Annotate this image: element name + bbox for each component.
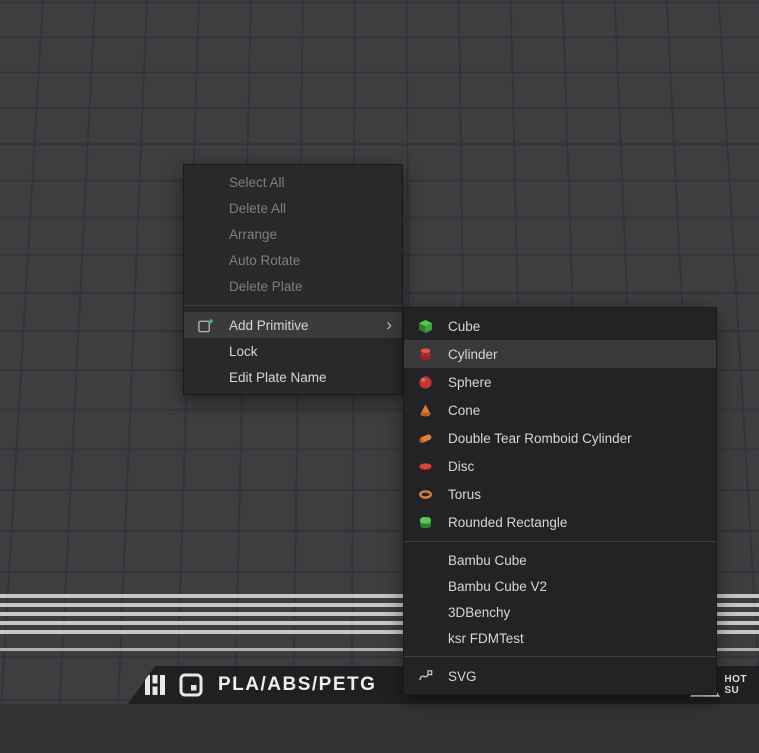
submenu-item-label: Cube <box>448 319 480 334</box>
area-below-plate <box>0 704 759 753</box>
menu-item-add-primitive[interactable]: Add Primitive › <box>184 312 402 338</box>
menu-item-delete-all: Delete All <box>184 195 402 221</box>
menu-item-label: Auto Rotate <box>229 253 300 268</box>
submenu-item-label: Cylinder <box>448 347 498 362</box>
submenu-item-label: Sphere <box>448 375 492 390</box>
warning-text: HOT SU <box>724 674 747 696</box>
menu-item-label: Add Primitive <box>229 318 309 333</box>
submenu-item-ksr-fdmtest[interactable]: ksr FDMTest <box>404 625 716 651</box>
disc-icon <box>418 459 448 474</box>
menu-item-label: Delete Plate <box>229 279 303 294</box>
submenu-item-double-tear-romboid-cylinder[interactable]: Double Tear Romboid Cylinder <box>404 424 716 452</box>
menu-item-lock[interactable]: Lock <box>184 338 402 364</box>
cone-icon <box>418 403 448 418</box>
menu-item-edit-plate-name[interactable]: Edit Plate Name <box>184 364 402 390</box>
submenu-item-label: SVG <box>448 669 477 684</box>
submenu-item-cylinder[interactable]: Cylinder <box>404 340 716 368</box>
menu-item-label: Lock <box>229 344 258 359</box>
rounded-rectangle-icon <box>418 515 448 530</box>
submenu-item-label: Disc <box>448 459 474 474</box>
menu-item-label: Arrange <box>229 227 277 242</box>
plate-brand-icon <box>178 673 204 697</box>
submenu-item-svg[interactable]: SVG <box>404 662 716 690</box>
submenu-item-label: Bambu Cube V2 <box>448 579 547 594</box>
plate-material-label: PLA/ABS/PETG <box>218 674 376 696</box>
menu-item-label: Delete All <box>229 201 286 216</box>
add-primitive-icon <box>197 317 229 334</box>
submenu-item-sphere[interactable]: Sphere <box>404 368 716 396</box>
submenu-item-bambu-cube[interactable]: Bambu Cube <box>404 547 716 573</box>
submenu-item-torus[interactable]: Torus <box>404 480 716 508</box>
double-tear-romboid-cylinder-icon <box>418 431 448 446</box>
submenu-arrow-icon: › <box>386 316 392 333</box>
svg-icon <box>418 668 448 684</box>
warning-line-2: SU <box>724 685 747 696</box>
submenu-item-cone[interactable]: Cone <box>404 396 716 424</box>
warning-line-1: HOT <box>724 674 747 685</box>
submenu-item-label: Double Tear Romboid Cylinder <box>448 431 632 446</box>
submenu-item-label: 3DBenchy <box>448 605 510 620</box>
menu-item-select-all: Select All <box>184 169 402 195</box>
menu-separator <box>184 305 402 306</box>
menu-item-label: Select All <box>229 175 285 190</box>
menu-item-arrange: Arrange <box>184 221 402 247</box>
submenu-item-label: ksr FDMTest <box>448 631 524 646</box>
submenu-item-rounded-rectangle[interactable]: Rounded Rectangle <box>404 508 716 536</box>
cylinder-icon <box>418 347 448 362</box>
sphere-icon <box>418 375 448 390</box>
submenu-item-bambu-cube-v2[interactable]: Bambu Cube V2 <box>404 573 716 599</box>
cube-icon <box>418 319 448 334</box>
viewport-3d[interactable]: PLA/ABS/PETG HOT SU Select All Delete Al… <box>0 0 759 753</box>
submenu-separator <box>404 541 716 542</box>
submenu-item-label: Torus <box>448 487 481 502</box>
submenu-item-3dbenchy[interactable]: 3DBenchy <box>404 599 716 625</box>
context-menu: Select All Delete All Arrange Auto Rotat… <box>183 164 403 395</box>
submenu-separator <box>404 656 716 657</box>
submenu-item-cube[interactable]: Cube <box>404 312 716 340</box>
menu-item-auto-rotate: Auto Rotate <box>184 247 402 273</box>
menu-item-label: Edit Plate Name <box>229 370 327 385</box>
submenu-item-label: Bambu Cube <box>448 553 527 568</box>
torus-icon <box>418 487 448 502</box>
submenu-item-disc[interactable]: Disc <box>404 452 716 480</box>
menu-item-delete-plate: Delete Plate <box>184 273 402 299</box>
add-primitive-submenu: Cube Cylinder Sphere <box>403 307 717 695</box>
submenu-item-label: Rounded Rectangle <box>448 515 567 530</box>
submenu-item-label: Cone <box>448 403 480 418</box>
